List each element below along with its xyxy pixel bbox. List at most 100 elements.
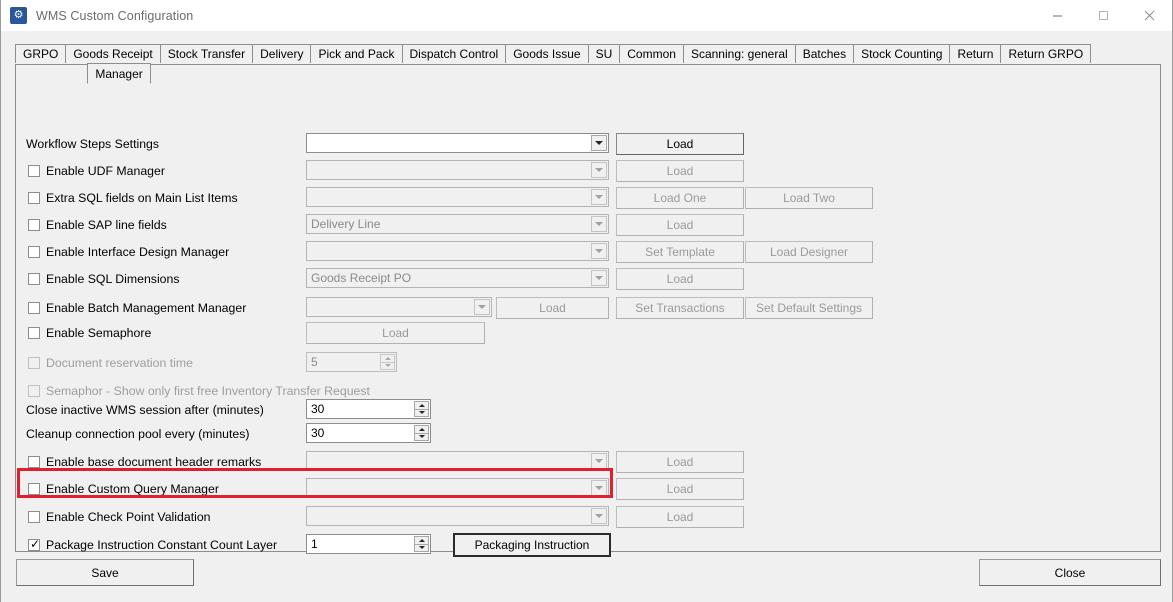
button-label: Load One xyxy=(654,191,707,205)
tab-batches[interactable]: Batches xyxy=(795,44,854,63)
button-load[interactable]: Load xyxy=(616,268,744,290)
button-load[interactable]: Load xyxy=(306,322,485,344)
tab-strip[interactable]: GRPOGoods ReceiptStock TransferDeliveryP… xyxy=(15,44,1159,65)
tab-stock-transfer[interactable]: Stock Transfer xyxy=(160,44,253,63)
checkbox-document-reservation-time[interactable] xyxy=(28,357,40,369)
combobox-enable-base-document-header-remarks[interactable] xyxy=(306,451,609,471)
minimize-icon[interactable] xyxy=(1034,0,1080,31)
button-load[interactable]: Load xyxy=(616,214,744,236)
tab-return[interactable]: Return xyxy=(949,44,1001,63)
close-button[interactable]: Close xyxy=(979,559,1161,586)
gears-icon: ⚙ xyxy=(10,7,27,24)
check-icon: ✓ xyxy=(30,538,40,550)
tab-label: Return xyxy=(957,47,993,61)
checkbox-enable-sap-line-fields[interactable] xyxy=(28,219,40,231)
chevron-down-icon[interactable] xyxy=(591,135,607,151)
chevron-down-icon[interactable] xyxy=(591,216,607,232)
combobox-enable-sap-line-fields[interactable]: Delivery Line xyxy=(306,214,609,234)
spinner-package-instruction-constant-count-layer[interactable]: 1 xyxy=(306,534,431,554)
checkbox-semaphor-show-only-first-free-inventory-transfer-request[interactable] xyxy=(28,385,40,397)
tab-pick-and-pack[interactable]: Pick and Pack xyxy=(310,44,402,63)
manager-tab-panel: Workflow Steps SettingsLoadEnable UDF Ma… xyxy=(15,64,1161,552)
spinner-down-icon[interactable] xyxy=(414,545,429,553)
chevron-down-icon[interactable] xyxy=(591,243,607,259)
checkbox-enable-udf-manager[interactable] xyxy=(28,165,40,177)
tab-dispatch-control[interactable]: Dispatch Control xyxy=(402,44,507,63)
label-cleanup-connection-pool-every-minutes: Cleanup connection pool every (minutes) xyxy=(26,423,250,445)
spinner-up-icon[interactable] xyxy=(414,401,429,410)
combobox-enable-batch-management-manager[interactable] xyxy=(306,297,492,317)
spinner-up-icon[interactable] xyxy=(414,536,429,545)
spinner-cleanup-connection-pool-every-minutes[interactable]: 30 xyxy=(306,423,431,443)
tab-goods-issue[interactable]: Goods Issue xyxy=(505,44,588,63)
chevron-down-icon[interactable] xyxy=(591,508,607,524)
tab-grpo[interactable]: GRPO xyxy=(15,44,66,63)
label-enable-batch-management-manager: Enable Batch Management Manager xyxy=(46,297,246,319)
button-load[interactable]: Load xyxy=(616,506,744,528)
save-button[interactable]: Save xyxy=(16,559,194,586)
spinner-down-icon[interactable] xyxy=(414,410,429,418)
spinner-document-reservation-time[interactable]: 5 xyxy=(306,352,397,372)
checkbox-enable-semaphore[interactable] xyxy=(28,327,40,339)
combobox-enable-custom-query-manager[interactable] xyxy=(306,478,609,498)
button-load[interactable]: Load xyxy=(616,478,744,500)
checkbox-enable-base-document-header-remarks[interactable] xyxy=(28,456,40,468)
save-button-label: Save xyxy=(91,566,118,580)
button-load-designer[interactable]: Load Designer xyxy=(745,241,873,263)
button-load-two[interactable]: Load Two xyxy=(745,187,873,209)
chevron-down-icon[interactable] xyxy=(591,453,607,469)
button-load[interactable]: Load xyxy=(496,297,609,319)
spinner-buttons[interactable] xyxy=(414,401,429,417)
checkbox-package-instruction-constant-count-layer[interactable]: ✓ xyxy=(28,539,40,551)
combobox-workflow-steps-settings[interactable] xyxy=(306,133,609,153)
spinner-down-icon[interactable] xyxy=(414,434,429,442)
spinner-up-icon[interactable] xyxy=(380,354,395,363)
chevron-down-icon[interactable] xyxy=(474,299,490,315)
button-label: Load xyxy=(667,218,694,232)
tab-scanning-general[interactable]: Scanning: general xyxy=(683,44,796,63)
maximize-icon[interactable] xyxy=(1080,0,1126,31)
spinner-up-icon[interactable] xyxy=(414,425,429,434)
combobox-enable-udf-manager[interactable] xyxy=(306,160,609,180)
button-load-one[interactable]: Load One xyxy=(616,187,744,209)
chevron-down-icon[interactable] xyxy=(591,189,607,205)
button-label: Load xyxy=(539,301,566,315)
spinner-buttons[interactable] xyxy=(414,536,429,552)
checkbox-enable-interface-design-manager[interactable] xyxy=(28,246,40,258)
checkbox-enable-sql-dimensions[interactable] xyxy=(28,273,40,285)
button-packaging-instruction[interactable]: Packaging Instruction xyxy=(453,533,611,557)
spinner-buttons[interactable] xyxy=(380,354,395,370)
button-set-default-settings[interactable]: Set Default Settings xyxy=(745,297,873,319)
tab-common[interactable]: Common xyxy=(619,44,684,63)
tab-manager[interactable]: Manager xyxy=(87,63,150,84)
tab-su[interactable]: SU xyxy=(588,44,621,63)
tab-goods-receipt[interactable]: Goods Receipt xyxy=(65,44,160,63)
label-enable-udf-manager: Enable UDF Manager xyxy=(46,160,165,182)
button-set-transactions[interactable]: Set Transactions xyxy=(616,297,744,319)
combobox-extra-sql-fields-on-main-list-items[interactable] xyxy=(306,187,609,207)
checkbox-extra-sql-fields-on-main-list-items[interactable] xyxy=(28,192,40,204)
checkbox-enable-custom-query-manager[interactable] xyxy=(28,483,40,495)
tab-stock-counting[interactable]: Stock Counting xyxy=(853,44,950,63)
chevron-down-icon[interactable] xyxy=(591,270,607,286)
combobox-enable-sql-dimensions[interactable]: Goods Receipt PO xyxy=(306,268,609,288)
combobox-enable-interface-design-manager[interactable] xyxy=(306,241,609,261)
tab-delivery[interactable]: Delivery xyxy=(252,44,311,63)
combobox-enable-check-point-validation[interactable] xyxy=(306,506,609,526)
close-icon[interactable] xyxy=(1126,0,1172,31)
label-package-instruction-constant-count-layer: Package Instruction Constant Count Layer xyxy=(46,534,277,556)
checkbox-enable-check-point-validation[interactable] xyxy=(28,511,40,523)
button-load[interactable]: Load xyxy=(616,133,744,155)
spinner-close-inactive-wms-session-after-minutes[interactable]: 30 xyxy=(306,399,431,419)
window-controls xyxy=(1034,0,1172,31)
spinner-down-icon[interactable] xyxy=(380,363,395,371)
button-load[interactable]: Load xyxy=(616,451,744,473)
chevron-down-icon[interactable] xyxy=(591,480,607,496)
spinner-buttons[interactable] xyxy=(414,425,429,441)
tab-label: Return GRPO xyxy=(1008,47,1083,61)
chevron-down-icon[interactable] xyxy=(591,162,607,178)
tab-return-grpo[interactable]: Return GRPO xyxy=(1000,44,1091,63)
button-set-template[interactable]: Set Template xyxy=(616,241,744,263)
button-load[interactable]: Load xyxy=(616,160,744,182)
checkbox-enable-batch-management-manager[interactable] xyxy=(28,302,40,314)
